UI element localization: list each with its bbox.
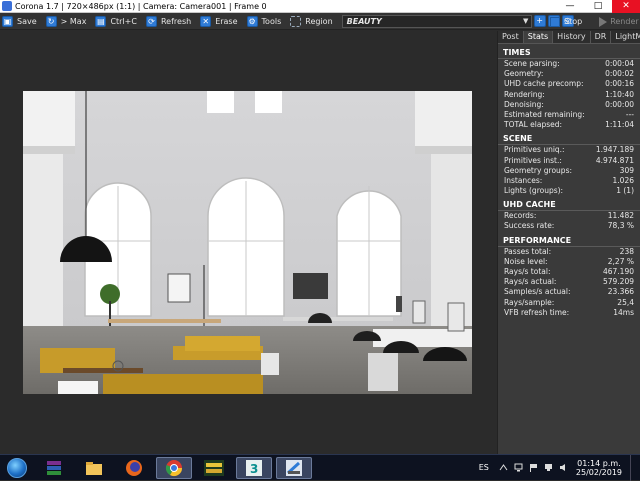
stat-row: Estimated remaining: --- [504, 109, 634, 119]
stat-row: Lights (groups): 1 (1) [504, 186, 634, 196]
stat-row: Geometry: 0:00:02 [504, 69, 634, 79]
display-icon[interactable] [544, 463, 553, 472]
stat-row: UHD cache precomp: 0:00:16 [504, 79, 634, 89]
stop-icon [550, 16, 560, 27]
stat-row: Samples/s actual: 23.366 [504, 287, 634, 297]
stat-row: Rays/s actual: 579.209 [504, 277, 634, 287]
taskbar-corona-vfb[interactable] [276, 456, 312, 479]
action-center-flag-icon[interactable] [529, 463, 538, 472]
region-button[interactable]: Region [288, 14, 336, 29]
scene-section-title: SCENE [498, 133, 640, 146]
corona-app-icon [2, 1, 12, 11]
windows-taskbar: 3 ES 01:14 p.m. 25/02/2019 [0, 454, 640, 481]
save-button[interactable]: ▣ Save [0, 14, 41, 29]
render-picture [23, 91, 472, 394]
send-icon: ↻ [45, 15, 57, 27]
close-button[interactable]: ✕ [612, 0, 640, 13]
play-icon [599, 16, 608, 27]
game-icon [204, 459, 224, 476]
folder-icon [86, 461, 102, 475]
stat-row: Instances: 1.026 [504, 175, 634, 185]
zoom-in-icon[interactable]: + [533, 15, 546, 27]
svg-text:3: 3 [250, 462, 258, 476]
start-button[interactable] [0, 455, 34, 481]
vfb-toolbar: ▣ Save ↻ > Max ▤ Ctrl+C ⟳ Refresh ✕ Eras… [0, 13, 640, 30]
taskbar-firefox[interactable] [116, 457, 152, 479]
stat-row: Scene parsing: 0:00:04 [504, 59, 634, 68]
refresh-button[interactable]: ⟳ Refresh [144, 14, 195, 29]
stat-row: Geometry groups: 309 [504, 165, 634, 175]
uhd-cache-section-title: UHD CACHE [498, 199, 640, 212]
chevron-down-icon: ▼ [522, 17, 529, 25]
taskbar-chrome[interactable] [156, 456, 192, 479]
times-section-title: TIMES [498, 47, 640, 59]
3dsmax-icon: 3 [246, 459, 262, 476]
render-button[interactable]: Render [589, 14, 640, 29]
stat-row: Primitives uniq.: 1.947.189 [504, 145, 634, 155]
tray-up-arrow-icon[interactable] [499, 463, 508, 472]
taskbar-winrar[interactable] [36, 457, 72, 479]
performance-section-title: PERFORMANCE [498, 235, 640, 247]
tab-post[interactable]: Post [498, 31, 524, 43]
tab-history[interactable]: History [553, 31, 591, 43]
clock-time: 01:14 p.m. [577, 458, 621, 468]
copy-button[interactable]: ▤ Ctrl+C [93, 14, 141, 29]
stat-row: Success rate: 78,3 % [504, 221, 634, 231]
erase-icon: ✕ [200, 15, 212, 27]
taskbar-explorer[interactable] [76, 457, 112, 479]
stop-button[interactable]: Stop [548, 14, 586, 29]
winrar-icon [47, 460, 61, 475]
tab-dr[interactable]: DR [591, 31, 612, 43]
corona-vfb-icon [286, 459, 302, 476]
tools-button[interactable]: ⚙ Tools [245, 14, 286, 29]
language-indicator[interactable]: ES [479, 463, 489, 472]
taskbar-3dsmax[interactable]: 3 [236, 456, 272, 479]
erase-button[interactable]: ✕ Erase [198, 14, 241, 29]
windows-logo-icon [7, 457, 27, 478]
stat-row: Noise level: 2,27 % [504, 256, 634, 266]
show-desktop-button[interactable] [630, 454, 636, 481]
stat-row: TOTAL elapsed: 1:11:04 [504, 120, 634, 130]
system-tray: ES 01:14 p.m. 25/02/2019 [479, 454, 640, 481]
window-titlebar[interactable]: Corona 1.7 | 720×486px (1:1) | Camera: C… [0, 0, 640, 13]
window-controls: — □ ✕ [556, 0, 640, 13]
stat-row: Rendering: 1:10:40 [504, 89, 634, 99]
render-controls: Stop Render [548, 14, 640, 29]
taskbar-game[interactable] [196, 457, 232, 479]
tab-lightmix[interactable]: LightMix [611, 31, 640, 43]
tab-stats[interactable]: Stats [523, 31, 554, 43]
render-viewport[interactable] [0, 31, 497, 454]
maximize-button[interactable]: □ [584, 0, 612, 13]
chrome-icon [165, 459, 183, 476]
stat-row: Denoising: 0:00:00 [504, 99, 634, 109]
rendered-image[interactable] [23, 91, 472, 394]
tools-gear-icon: ⚙ [246, 15, 258, 27]
window-title: Corona 1.7 | 720×486px (1:1) | Camera: C… [15, 1, 267, 11]
stat-row: Rays/sample: 25,4 [504, 297, 634, 307]
panel-tabs: Post Stats History DR LightMix [498, 31, 640, 44]
stat-row: VFB refresh time: 14ms [504, 307, 634, 317]
refresh-icon: ⟳ [145, 15, 157, 27]
copy-icon: ▤ [95, 15, 107, 27]
stat-row: Records: 11.482 [504, 211, 634, 221]
network-icon[interactable] [514, 463, 523, 472]
stat-row: Rays/s total: 467.190 [504, 267, 634, 276]
render-pass-select[interactable]: BEAUTY ▼ [341, 14, 532, 28]
clock-date: 25/02/2019 [575, 467, 622, 477]
minimize-button[interactable]: — [556, 0, 584, 13]
system-clock[interactable]: 01:14 p.m. 25/02/2019 [576, 459, 622, 477]
stat-row: Passes total: 238 [504, 246, 634, 256]
stat-row: Primitives inst.: 4.974.871 [504, 155, 634, 165]
send-to-max-button[interactable]: ↻ > Max [44, 14, 91, 29]
volume-icon[interactable] [559, 463, 568, 472]
stats-panel: Post Stats History DR LightMix TIMES Sce… [497, 31, 640, 454]
firefox-icon [126, 459, 142, 476]
save-icon: ▣ [2, 15, 13, 27]
region-icon [290, 15, 302, 27]
